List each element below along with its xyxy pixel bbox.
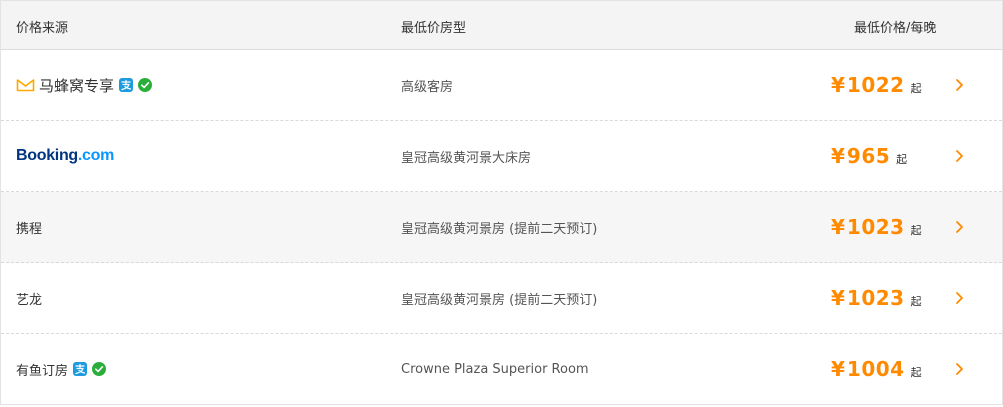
header-price: 最低价格/每晚 [854,21,937,36]
source-cell: 携程 [16,192,42,262]
chevron-right-icon[interactable] [951,77,967,93]
wechat-pay-icon [138,78,153,92]
price-amount: 1023 [846,286,905,310]
chevron-right-icon[interactable] [951,219,967,235]
source-cell: 艺龙 [16,263,42,333]
source-name: 马蜂窝专享 [39,76,115,95]
source-cell: 马蜂窝专享 [16,50,153,120]
price-amount: 1004 [846,357,905,381]
room-type: Crowne Plaza Superior Room [401,361,589,377]
source-name: 携程 [16,221,43,237]
currency-symbol: ¥ [831,215,845,239]
booking-logo: Booking.com [16,147,115,164]
header-source: 价格来源 [16,21,69,36]
price-suffix: 起 [910,366,922,379]
price-row-mafengwo[interactable]: 马蜂窝专享 高级客房 ¥ 1022 起 [1,50,1002,121]
room-type: 皇冠高级黄河景大床房 [401,150,532,166]
price-row-booking[interactable]: Booking.com 皇冠高级黄河景大床房 ¥ 965 起 [1,121,1002,192]
currency-symbol: ¥ [831,357,845,381]
room-type: 皇冠高级黄河景房 (提前二天预订) [401,221,598,237]
price-row-youyu[interactable]: 有鱼订房 Crowne Plaza Superior Room ¥ 1004 起 [1,334,1002,404]
price-suffix: 起 [910,295,922,308]
price-cell: ¥ 965 起 [831,121,907,191]
source-name: 艺龙 [16,292,43,308]
price-row-elong[interactable]: 艺龙 皇冠高级黄河景房 (提前二天预订) ¥ 1023 起 [1,263,1002,334]
table-header: 价格来源 最低价房型 最低价格/每晚 [1,1,1002,50]
currency-symbol: ¥ [831,73,845,97]
source-cell: 有鱼订房 [16,334,107,404]
price-amount: 965 [846,144,891,168]
price-comparison-table: 价格来源 最低价房型 最低价格/每晚 马蜂窝专享 高级客房 ¥ 1022 起 B… [0,0,1003,405]
price-cell: ¥ 1023 起 [831,263,922,333]
room-type: 高级客房 [401,79,454,95]
currency-symbol: ¥ [831,286,845,310]
price-cell: ¥ 1022 起 [831,50,922,120]
price-amount: 1022 [846,73,905,97]
chevron-right-icon[interactable] [951,290,967,306]
header-room-type: 最低价房型 [401,21,467,36]
source-name: 有鱼订房 [16,363,69,379]
price-suffix: 起 [910,224,922,237]
source-cell: Booking.com [16,121,114,191]
room-type: 皇冠高级黄河景房 (提前二天预订) [401,292,598,308]
price-suffix: 起 [910,82,922,95]
wechat-pay-icon [92,362,107,376]
price-suffix: 起 [896,153,908,166]
price-amount: 1023 [846,215,905,239]
chevron-right-icon[interactable] [951,361,967,377]
mafengwo-icon [16,78,35,92]
price-cell: ¥ 1004 起 [831,334,922,404]
alipay-icon [73,362,88,376]
price-row-ctrip[interactable]: 携程 皇冠高级黄河景房 (提前二天预订) ¥ 1023 起 [1,192,1002,263]
price-cell: ¥ 1023 起 [831,192,922,262]
currency-symbol: ¥ [831,144,845,168]
chevron-right-icon[interactable] [951,148,967,164]
alipay-icon [119,78,134,92]
